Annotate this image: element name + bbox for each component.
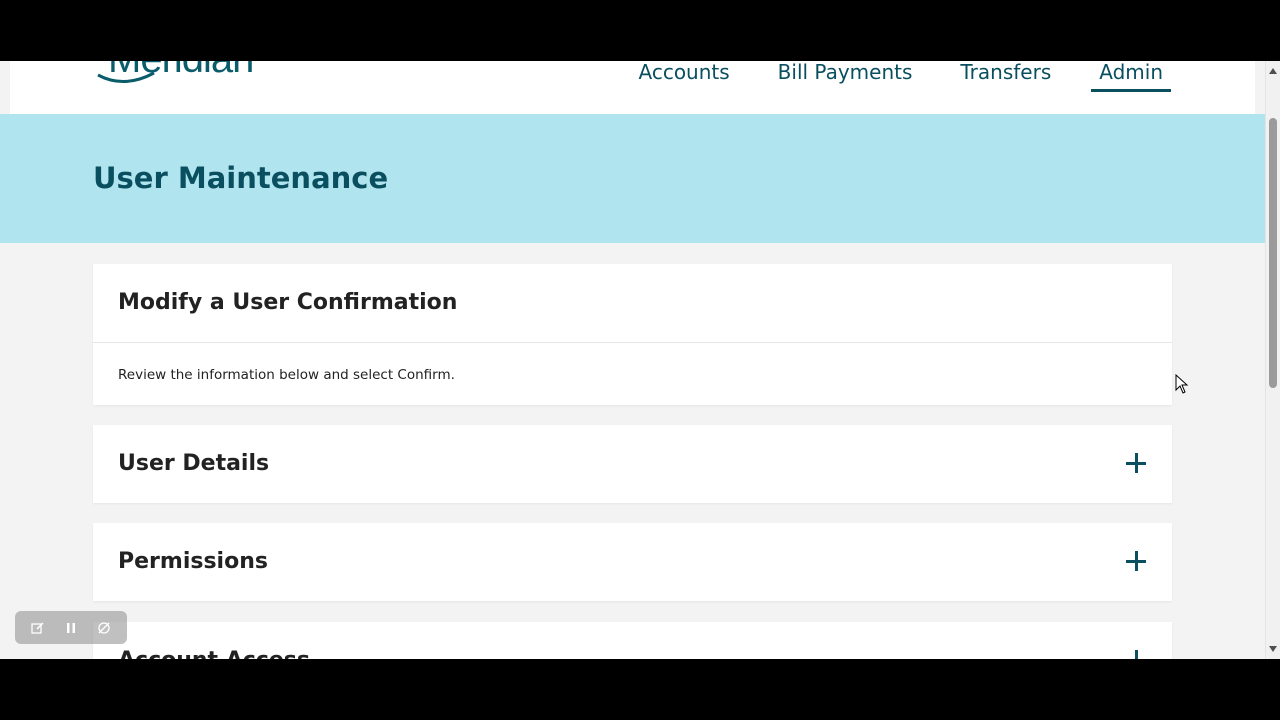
accordion-title: Permissions: [118, 549, 268, 574]
expand-plus-icon[interactable]: [1126, 551, 1146, 571]
page-banner: User Maintenance: [0, 114, 1265, 243]
confirmation-description: Review the information below and select …: [118, 367, 455, 383]
recorder-toolbar: [15, 611, 127, 644]
accordion-permissions[interactable]: Permissions: [93, 523, 1172, 601]
main-nav: Accounts Bill Payments Transfers Admin: [631, 61, 1171, 114]
nav-item-transfers[interactable]: Transfers: [952, 61, 1059, 92]
letterbox-top: [0, 0, 1280, 61]
logo-text: Meridian: [108, 61, 254, 82]
nav-item-admin[interactable]: Admin: [1091, 61, 1171, 92]
scroll-up-arrow-icon[interactable]: [1269, 68, 1277, 74]
vertical-scrollbar[interactable]: [1265, 61, 1280, 659]
browser-viewport: Meridian Accounts Bill Payments Transfer…: [0, 61, 1280, 659]
mic-off-icon[interactable]: [95, 619, 113, 637]
pause-icon[interactable]: [62, 619, 80, 637]
confirmation-card: Modify a User Confirmation Review the in…: [93, 264, 1172, 405]
scroll-down-arrow-icon[interactable]: [1269, 646, 1277, 652]
accordion-title: User Details: [118, 451, 270, 476]
card-divider: [93, 342, 1172, 343]
page-title: User Maintenance: [93, 161, 389, 195]
accordion-account-access[interactable]: Account Access: [93, 622, 1172, 659]
expand-plus-icon[interactable]: [1126, 650, 1146, 659]
confirmation-title: Modify a User Confirmation: [118, 290, 458, 315]
accordion-title: Account Access: [118, 648, 310, 659]
edit-icon[interactable]: [29, 619, 47, 637]
site-header: Meridian Accounts Bill Payments Transfer…: [10, 61, 1255, 114]
mouse-cursor-icon: [1175, 374, 1189, 394]
expand-plus-icon[interactable]: [1126, 453, 1146, 473]
nav-item-bill-payments[interactable]: Bill Payments: [770, 61, 921, 92]
nav-item-accounts[interactable]: Accounts: [631, 61, 738, 92]
scroll-thumb[interactable]: [1269, 118, 1277, 388]
brand-logo[interactable]: Meridian: [94, 61, 294, 85]
letterbox-bottom: [0, 659, 1280, 720]
accordion-user-details[interactable]: User Details: [93, 425, 1172, 503]
